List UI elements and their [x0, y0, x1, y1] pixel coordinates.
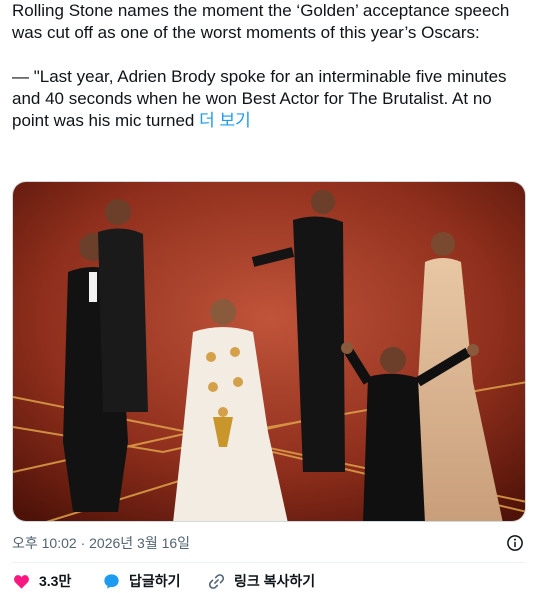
tweet-paragraph-2: — "Last year, Adrien Brody spoke for an … — [12, 66, 527, 132]
reply-label: 답글하기 — [129, 573, 181, 589]
tweet-text-line1: Rolling Stone names the moment the ‘Gold… — [12, 1, 510, 42]
copy-link-button[interactable]: 링크 복사하기 — [207, 570, 315, 592]
tweet-text-line2: — "Last year, Adrien Brody spoke for an … — [12, 67, 507, 130]
tweet-photo[interactable] — [12, 181, 526, 522]
tweet-paragraph-1: Rolling Stone names the moment the ‘Gold… — [12, 0, 527, 44]
like-count: 3.3만 — [39, 573, 72, 589]
divider — [12, 562, 526, 563]
like-button[interactable]: 3.3만 — [12, 570, 71, 592]
tweet-text: Rolling Stone names the moment the ‘Gold… — [12, 0, 527, 132]
tweet-actions: 3.3만 답글하기 링크 복사하기 — [12, 570, 526, 592]
reply-bubble-icon — [104, 573, 119, 589]
copy-link-label: 링크 복사하기 — [234, 573, 316, 589]
reply-button[interactable]: 답글하기 — [102, 570, 181, 592]
link-icon — [208, 573, 225, 589]
heart-icon — [14, 574, 29, 589]
timestamp-link[interactable]: 오후 10:02 · 2026년 3월 16일 — [12, 535, 190, 551]
photo-image — [13, 182, 525, 521]
show-more-link[interactable]: 더 보기 — [199, 111, 251, 130]
tweet-meta: 오후 10:02 · 2026년 3월 16일 — [12, 534, 526, 552]
info-icon[interactable] — [506, 534, 524, 552]
